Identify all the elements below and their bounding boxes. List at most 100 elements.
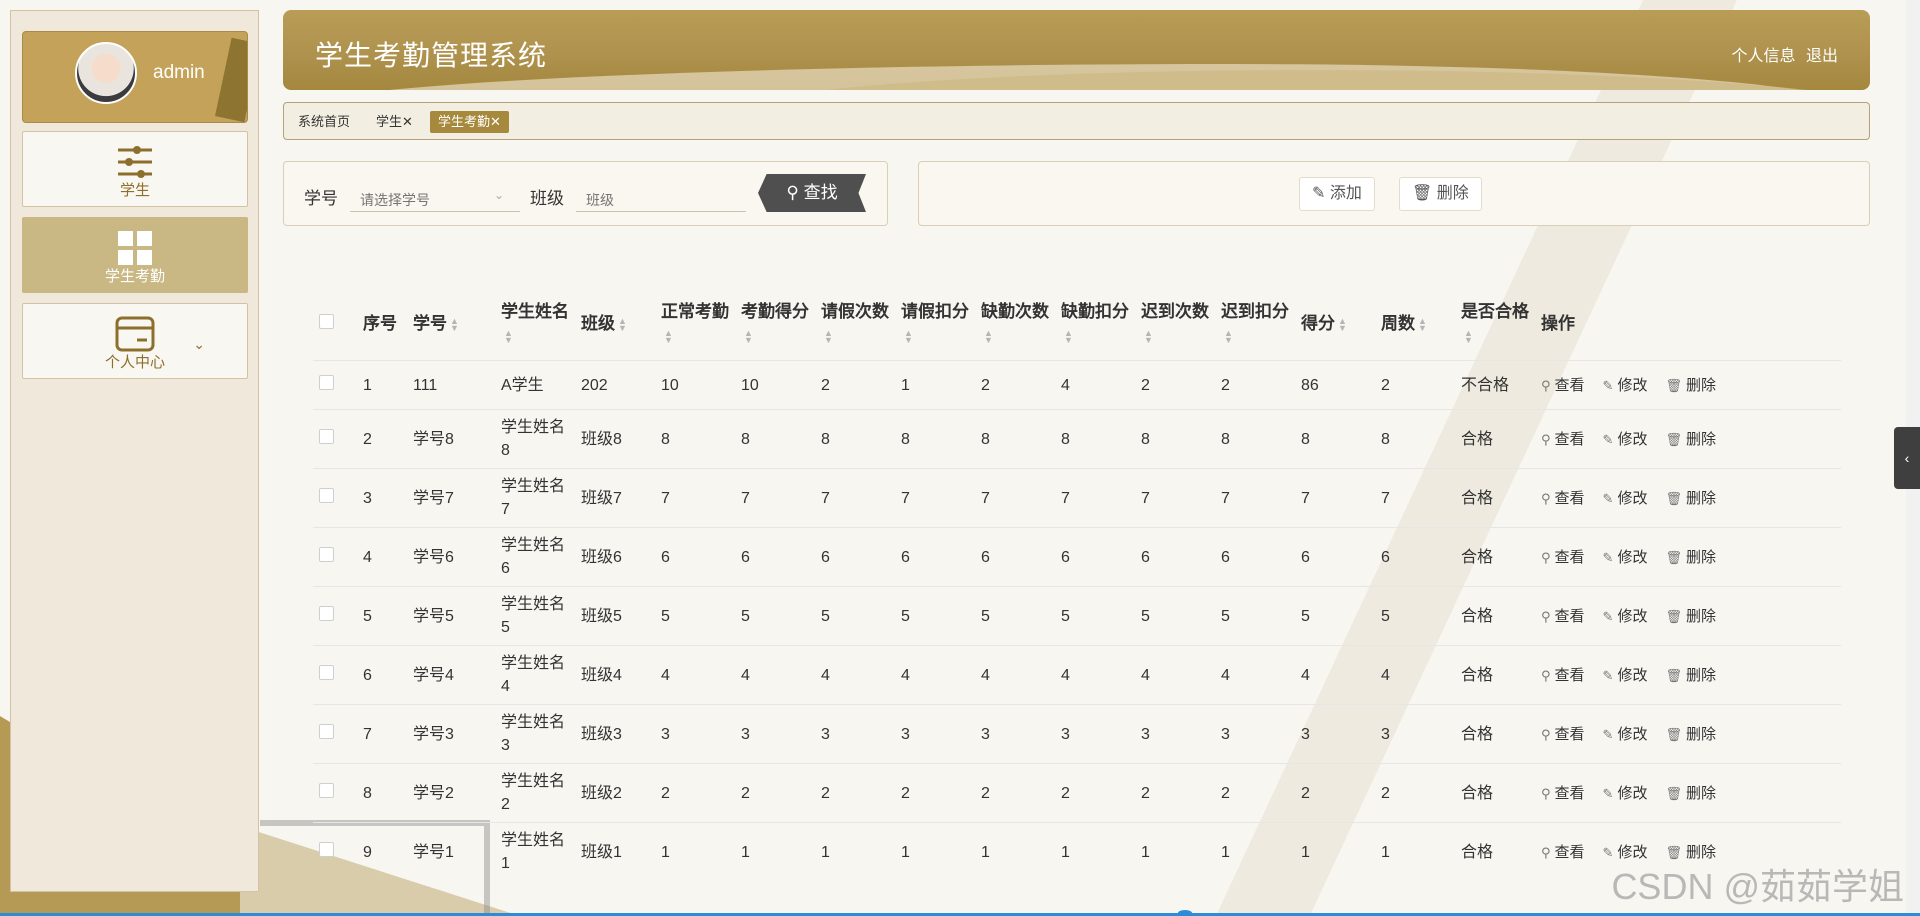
delete-button[interactable]: 🗑 删除 bbox=[1665, 664, 1716, 687]
column-header[interactable]: 请假次数▲ ▼ bbox=[815, 288, 895, 361]
table-cell: 7 bbox=[357, 704, 407, 764]
row-checkbox[interactable] bbox=[313, 360, 357, 410]
view-button[interactable]: ⚲ 查看 bbox=[1541, 723, 1585, 746]
column-header[interactable]: 学号 ▲ ▼ bbox=[407, 288, 495, 361]
sidebar-item-personal-center[interactable]: 个人中心 ⌄ bbox=[22, 303, 248, 379]
table-cell: 1 bbox=[975, 822, 1055, 881]
sidebar-item-label: 学生 bbox=[119, 182, 150, 199]
edit-button[interactable]: ✎ 修改 bbox=[1603, 664, 1648, 687]
edit-button[interactable]: ✎ 修改 bbox=[1603, 487, 1648, 510]
column-header[interactable]: 是否合格▲ ▼ bbox=[1455, 288, 1535, 361]
logout-link[interactable]: 退出 bbox=[1806, 48, 1838, 65]
column-header[interactable]: 班级 ▲ ▼ bbox=[575, 288, 655, 361]
view-button[interactable]: ⚲ 查看 bbox=[1541, 605, 1585, 628]
table-cell: 5 bbox=[357, 586, 407, 646]
table-cell: 1 bbox=[1375, 822, 1455, 881]
table-cell: 2 bbox=[1215, 360, 1295, 410]
find-button[interactable]: ⚲ 查找 bbox=[758, 174, 866, 212]
select-all-checkbox[interactable] bbox=[313, 288, 357, 361]
delete-button[interactable]: 🗑 删除 bbox=[1665, 782, 1716, 805]
delete-button[interactable]: 🗑 删除 bbox=[1665, 546, 1716, 569]
table-cell: 3 bbox=[735, 704, 815, 764]
trash-icon: 🗑 bbox=[1665, 431, 1682, 447]
delete-button[interactable]: 🗑 删除 bbox=[1665, 487, 1716, 510]
table-cell: 7 bbox=[735, 468, 815, 528]
row-checkbox[interactable] bbox=[313, 704, 357, 764]
sidebar-item-attendance[interactable]: 学生考勤 bbox=[22, 217, 248, 293]
column-header[interactable]: 正常考勤▲ ▼ bbox=[655, 288, 735, 361]
edit-button[interactable]: ✎ 修改 bbox=[1603, 605, 1648, 628]
search-icon: ⚲ bbox=[1541, 549, 1551, 565]
close-icon[interactable]: ✕ bbox=[490, 114, 501, 129]
row-checkbox[interactable] bbox=[313, 527, 357, 587]
add-button[interactable]: ✎ 添加 bbox=[1299, 177, 1375, 211]
column-header[interactable]: 迟到次数▲ ▼ bbox=[1135, 288, 1215, 361]
view-button[interactable]: ⚲ 查看 bbox=[1541, 487, 1585, 510]
row-checkbox[interactable] bbox=[313, 586, 357, 646]
view-button[interactable]: ⚲ 查看 bbox=[1541, 546, 1585, 569]
sidebar-item-label: 学生考勤 bbox=[104, 268, 165, 285]
edit-button[interactable]: ✎ 修改 bbox=[1603, 546, 1648, 569]
table-cell: 1 bbox=[1135, 822, 1215, 881]
tab-home[interactable]: 系统首页 bbox=[294, 111, 354, 133]
progress-handle[interactable] bbox=[1178, 910, 1192, 916]
chevron-down-icon: ⌄ bbox=[193, 336, 205, 352]
table-cell: 5 bbox=[815, 586, 895, 646]
column-header[interactable]: 学生姓名▲ ▼ bbox=[495, 288, 575, 361]
table-cell: 7 bbox=[1055, 468, 1135, 528]
close-icon[interactable]: ✕ bbox=[402, 114, 413, 129]
edit-button[interactable]: ✎ 修改 bbox=[1603, 428, 1648, 451]
sort-icon: ▲ ▼ bbox=[1144, 327, 1153, 345]
table-cell: 班级4 bbox=[575, 645, 655, 705]
row-checkbox[interactable] bbox=[313, 645, 357, 705]
column-header[interactable]: 周数 ▲ ▼ bbox=[1375, 288, 1455, 361]
table-cell: 4 bbox=[735, 645, 815, 705]
sidebar-item-student[interactable]: 学生 bbox=[22, 131, 248, 207]
tab-bar: 系统首页 学生✕ 学生考勤✕ bbox=[283, 102, 1870, 140]
table-cell: 8 bbox=[1375, 409, 1455, 469]
column-header[interactable]: 请假扣分▲ ▼ bbox=[895, 288, 975, 361]
edit-icon: ✎ bbox=[1602, 431, 1614, 447]
table-cell: 8 bbox=[1215, 409, 1295, 469]
table-cell: 7 bbox=[1215, 468, 1295, 528]
decorative-flap bbox=[215, 37, 247, 122]
row-checkbox[interactable] bbox=[313, 763, 357, 823]
view-button[interactable]: ⚲ 查看 bbox=[1541, 664, 1585, 687]
column-header[interactable]: 得分 ▲ ▼ bbox=[1295, 288, 1375, 361]
delete-button[interactable]: 🗑 删除 bbox=[1665, 374, 1716, 397]
row-checkbox[interactable] bbox=[313, 468, 357, 528]
batch-delete-button[interactable]: 🗑 删除 bbox=[1399, 177, 1482, 211]
delete-button[interactable]: 🗑 删除 bbox=[1665, 605, 1716, 628]
class-input[interactable] bbox=[576, 176, 746, 212]
column-header[interactable]: 迟到扣分▲ ▼ bbox=[1215, 288, 1295, 361]
edit-button[interactable]: ✎ 修改 bbox=[1603, 374, 1648, 397]
table-cell: 学号7 bbox=[407, 468, 495, 528]
table-cell: 3 bbox=[655, 704, 735, 764]
header-links: 个人信息 退出 bbox=[1726, 42, 1838, 66]
tab-attendance[interactable]: 学生考勤✕ bbox=[430, 111, 509, 133]
collapse-panel-button[interactable]: ‹ bbox=[1894, 427, 1920, 489]
table-cell: 2 bbox=[1135, 763, 1215, 823]
table-cell: 2 bbox=[1295, 763, 1375, 823]
view-button[interactable]: ⚲ 查看 bbox=[1541, 374, 1585, 397]
sort-icon: ▲ ▼ bbox=[1224, 327, 1233, 345]
table-cell: 3 bbox=[895, 704, 975, 764]
row-checkbox[interactable] bbox=[313, 409, 357, 469]
table-cell: 7 bbox=[1375, 468, 1455, 528]
delete-button[interactable]: 🗑 删除 bbox=[1665, 723, 1716, 746]
column-header[interactable]: 缺勤扣分▲ ▼ bbox=[1055, 288, 1135, 361]
delete-button[interactable]: 🗑 删除 bbox=[1665, 428, 1716, 451]
view-button[interactable]: ⚲ 查看 bbox=[1541, 428, 1585, 451]
row-checkbox[interactable] bbox=[313, 822, 357, 881]
profile-link[interactable]: 个人信息 bbox=[1732, 48, 1796, 65]
table-cell: 学号1 bbox=[407, 822, 495, 881]
column-header[interactable]: 缺勤次数▲ ▼ bbox=[975, 288, 1055, 361]
edit-button[interactable]: ✎ 修改 bbox=[1603, 723, 1648, 746]
edit-button[interactable]: ✎ 修改 bbox=[1603, 782, 1648, 805]
view-button[interactable]: ⚲ 查看 bbox=[1541, 782, 1585, 805]
column-header[interactable]: 考勤得分▲ ▼ bbox=[735, 288, 815, 361]
tab-student[interactable]: 学生✕ bbox=[372, 111, 417, 133]
app-title: 学生考勤管理系统 bbox=[315, 40, 548, 71]
view-button[interactable]: ⚲ 查看 bbox=[1541, 841, 1585, 864]
table-cell: 2 bbox=[1055, 763, 1135, 823]
